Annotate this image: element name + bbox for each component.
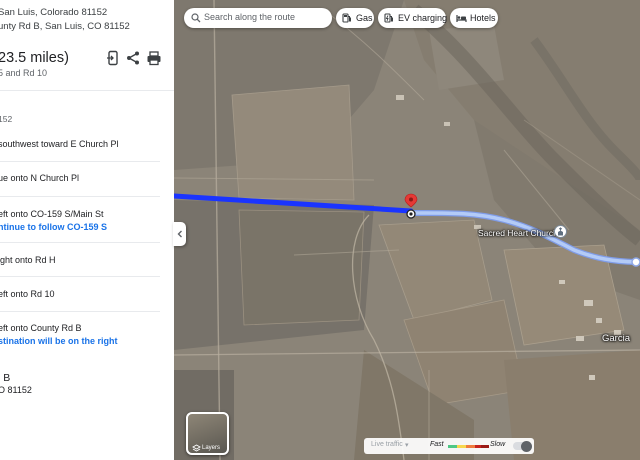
step-text: ight onto Rd H xyxy=(0,255,56,265)
step-divider xyxy=(0,161,160,162)
layers-icon xyxy=(192,444,201,452)
step-divider xyxy=(0,242,160,243)
hotels-chip-label: Hotels xyxy=(470,12,496,23)
satellite-map[interactable]: Search along the route Gas EV charging H… xyxy=(174,0,640,460)
live-traffic-label[interactable]: Live traffic xyxy=(371,441,403,448)
step-text: southwest toward E Church Pl xyxy=(0,139,119,149)
route-summary: 23.5 miles) xyxy=(0,50,69,66)
step-divider xyxy=(0,196,160,197)
gas-chip[interactable]: Gas xyxy=(336,8,374,28)
start-address-line1: San Luis, Colorado 81152 xyxy=(0,7,108,18)
ev-charging-chip[interactable]: EV charging xyxy=(378,8,448,28)
layers-label: Layers xyxy=(202,445,221,451)
traffic-slow-label: Slow xyxy=(490,441,506,448)
traffic-bar-fast xyxy=(448,445,457,448)
share-icon[interactable] xyxy=(125,50,141,66)
hotel-icon xyxy=(456,15,467,22)
church-marker[interactable] xyxy=(554,225,567,238)
search-along-route-input[interactable]: Search along the route xyxy=(184,8,332,28)
traffic-fast-label: Fast xyxy=(430,441,444,448)
send-to-phone-icon[interactable] xyxy=(105,50,121,66)
step-text: eft onto CO-159 S/Main St xyxy=(0,209,104,219)
start-zip: 152 xyxy=(0,114,13,124)
church-label[interactable]: Sacred Heart Church xyxy=(478,228,558,238)
collapse-panel-button[interactable] xyxy=(173,222,186,246)
traffic-legend: Live traffic ▾ Fast Slow xyxy=(364,438,534,454)
search-icon xyxy=(191,13,201,23)
directions-panel: San Luis, Colorado 81152 unty Rd B, San … xyxy=(0,0,174,460)
step-divider xyxy=(0,311,160,312)
search-placeholder: Search along the route xyxy=(204,12,296,22)
satellite-imagery xyxy=(174,0,640,460)
step-text: eft onto County Rd B xyxy=(0,323,82,333)
print-icon[interactable] xyxy=(146,50,162,66)
panel-divider xyxy=(0,90,174,91)
town-label[interactable]: Garcia xyxy=(602,333,630,344)
start-address-line2: unty Rd B, San Luis, CO 81152 xyxy=(0,21,130,32)
traffic-bar-stopped xyxy=(481,445,489,448)
route-via: 5 and Rd 10 xyxy=(0,68,48,78)
chevron-left-icon xyxy=(177,230,182,238)
destination-zip: O 81152 xyxy=(0,385,32,395)
layers-button[interactable]: Layers xyxy=(186,412,229,455)
traffic-bar-moderate xyxy=(457,445,466,448)
gas-chip-label: Gas xyxy=(356,12,373,23)
gas-station-icon xyxy=(342,13,351,23)
location-pin-icon[interactable] xyxy=(400,193,422,221)
step-text: ue onto N Church Pl xyxy=(0,173,80,183)
step-note: ntinue to follow CO-159 S xyxy=(0,222,108,232)
step-note: stination will be on the right xyxy=(0,336,118,346)
step-text: eft onto Rd 10 xyxy=(0,289,55,299)
ev-charging-chip-label: EV charging xyxy=(398,12,448,23)
hotels-chip[interactable]: Hotels xyxy=(450,8,498,28)
step-divider xyxy=(0,276,160,277)
traffic-toggle-knob[interactable] xyxy=(521,440,532,452)
traffic-bar-slow xyxy=(466,445,475,448)
destination-name: l B xyxy=(0,372,11,384)
ev-charging-icon xyxy=(384,13,393,23)
church-icon xyxy=(558,227,563,236)
chevron-down-icon[interactable]: ▾ xyxy=(405,441,409,449)
